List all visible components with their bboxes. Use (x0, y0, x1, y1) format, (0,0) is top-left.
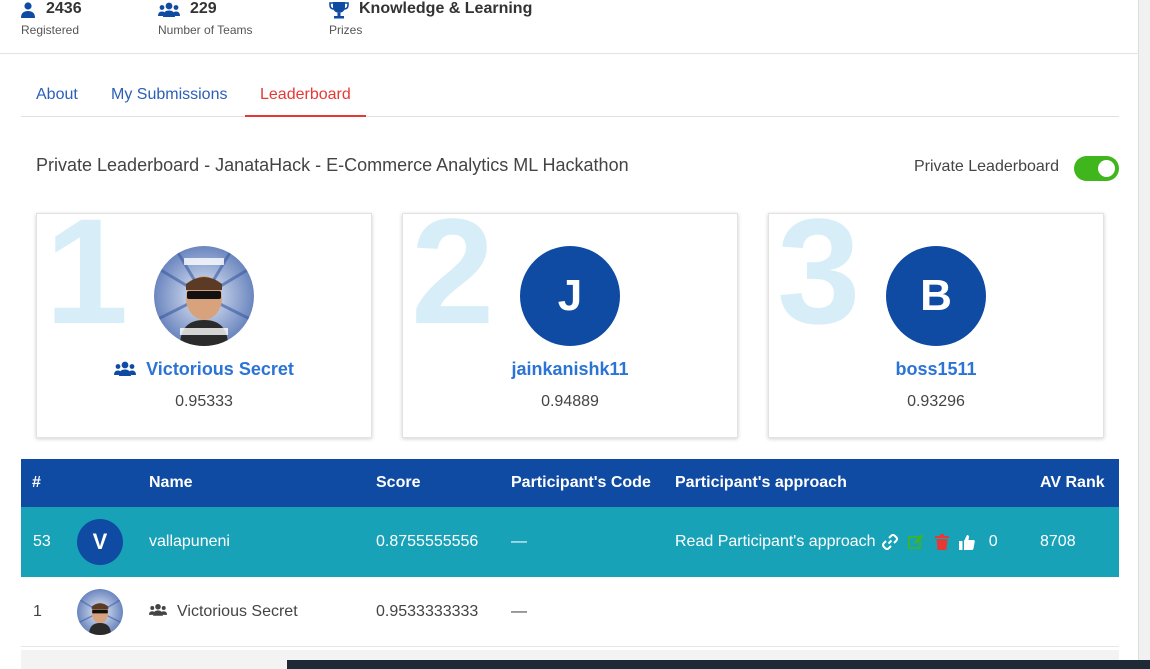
stats-bar: 2436 Registered 229 Number of Teams Know… (0, 0, 1139, 54)
podium-rank-1: 1 (45, 213, 129, 355)
avatar[interactable]: V (77, 519, 123, 565)
row-code: — (511, 533, 527, 550)
podium-card-1: 1 Victorious Secret 0.95333 (36, 213, 372, 438)
podium-rank-2: 2 (411, 213, 495, 355)
read-approach-link[interactable]: Read Participant's approach (675, 533, 876, 550)
avatar[interactable]: J (520, 246, 620, 346)
podium-name-1[interactable]: Victorious Secret (37, 359, 371, 380)
stat-registered-label: Registered (21, 23, 80, 37)
avatar[interactable] (77, 589, 123, 635)
private-leaderboard-toggle[interactable] (1074, 156, 1119, 181)
thumbs-up-icon[interactable] (959, 534, 976, 550)
podium-rank-3: 3 (777, 213, 861, 355)
table-row: 1 Victorious Secret 0.9533333333 — (21, 577, 1119, 647)
podium-score-3: 0.93296 (907, 393, 965, 410)
stat-registered-value: 2436 (46, 0, 82, 17)
tab-my-submissions[interactable]: My Submissions (96, 78, 242, 117)
tab-bar: About My Submissions Leaderboard (21, 78, 1119, 117)
link-icon[interactable] (881, 533, 898, 550)
stat-prizes-value: Knowledge & Learning (359, 0, 533, 17)
user-icon (21, 2, 35, 18)
table-row: 53 V vallapuneni 0.8755555556 — Read Par… (21, 507, 1119, 577)
header-approach: Participant's approach (675, 474, 847, 491)
toggle-knob (1098, 160, 1115, 177)
stat-teams-label: Number of Teams (158, 23, 253, 37)
trophy-icon (329, 2, 349, 19)
podium-score-2: 0.94889 (541, 393, 599, 410)
avatar-photo-icon (154, 246, 254, 346)
podium-name-2[interactable]: jainkanishk11 (403, 359, 737, 380)
tab-leaderboard[interactable]: Leaderboard (245, 78, 366, 117)
header-name: Name (149, 474, 193, 491)
row-rank: 53 (33, 533, 51, 550)
podium-card-3: 3 B boss1511 0.93296 (768, 213, 1104, 438)
stat-teams-value: 229 (190, 0, 217, 17)
row-approach: Read Participant's approach 0 (675, 507, 998, 577)
like-count: 0 (988, 533, 998, 550)
row-code: — (511, 603, 527, 620)
header-rank: # (32, 474, 41, 491)
avatar[interactable] (154, 246, 254, 346)
row-av-rank: 8708 (1040, 533, 1076, 550)
row-score: 0.8755555556 (376, 533, 479, 550)
header-av-rank: AV Rank (1040, 474, 1105, 491)
delete-icon[interactable] (934, 533, 949, 550)
podium-score-1: 0.95333 (175, 393, 233, 410)
row-name-text: Victorious Secret (177, 603, 298, 620)
leaderboard-title: Private Leaderboard - JanataHack - E-Com… (36, 155, 629, 175)
main-panel: 2436 Registered 229 Number of Teams Know… (0, 0, 1139, 669)
row-rank: 1 (33, 603, 42, 620)
avatar[interactable]: B (886, 246, 986, 346)
table-header: # Name Score Participant's Code Particip… (21, 459, 1119, 507)
podium-card-2: 2 J jainkanishk11 0.94889 (402, 213, 738, 438)
users-icon (158, 2, 180, 17)
os-taskbar (287, 660, 1150, 669)
podium-name-1-text: Victorious Secret (146, 359, 294, 379)
row-name[interactable]: vallapuneni (149, 507, 230, 577)
leaderboard-table: # Name Score Participant's Code Particip… (21, 459, 1119, 647)
row-name[interactable]: Victorious Secret (149, 577, 298, 647)
team-icon (114, 361, 137, 376)
row-score: 0.9533333333 (376, 603, 479, 620)
private-leaderboard-label: Private Leaderboard (914, 158, 1059, 175)
edit-icon[interactable] (908, 534, 924, 550)
stat-prizes-label: Prizes (329, 23, 363, 37)
header-code: Participant's Code (511, 474, 651, 491)
tab-about[interactable]: About (21, 78, 93, 117)
podium-name-3[interactable]: boss1511 (769, 359, 1103, 380)
team-icon (149, 604, 167, 616)
header-score: Score (376, 474, 421, 491)
avatar-photo-icon (77, 589, 123, 635)
